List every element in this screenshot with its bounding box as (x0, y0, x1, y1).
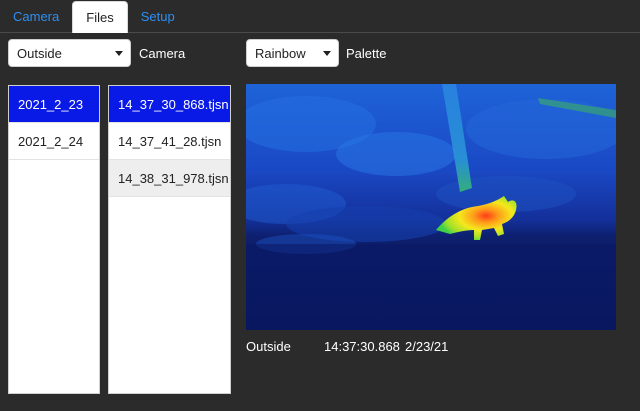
camera-select-value: Outside (17, 45, 62, 61)
thermal-image-graphic (246, 84, 616, 330)
image-date: 2/23/21 (405, 339, 449, 354)
date-list-item[interactable]: 2021_2_23 (9, 86, 99, 123)
file-list: 14_37_30_868.tjsn 14_37_41_28.tjsn 14_38… (108, 85, 231, 394)
file-list-item[interactable]: 14_37_41_28.tjsn (109, 123, 230, 160)
camera-select-label: Camera (139, 46, 186, 61)
palette-select[interactable]: Rainbow (246, 39, 339, 67)
date-list-item[interactable]: 2021_2_24 (9, 123, 99, 160)
tab-files[interactable]: Files (72, 1, 128, 33)
date-list: 2021_2_23 2021_2_24 (8, 85, 100, 394)
tab-camera[interactable]: Camera (0, 1, 72, 32)
palette-select-value: Rainbow (255, 45, 306, 61)
file-list-item[interactable]: 14_38_31_978.tjsn (109, 160, 230, 197)
file-list-item[interactable]: 14_37_30_868.tjsn (109, 86, 230, 123)
palette-select-label: Palette (346, 46, 387, 61)
chevron-down-icon (323, 51, 331, 56)
tab-setup[interactable]: Setup (128, 1, 188, 32)
image-camera-name: Outside (246, 339, 291, 354)
camera-select[interactable]: Outside (8, 39, 131, 67)
tab-bar: Camera Files Setup (0, 0, 640, 33)
thermal-image (246, 84, 616, 330)
chevron-down-icon (115, 51, 123, 56)
image-timestamp: 14:37:30.868 (324, 339, 400, 354)
